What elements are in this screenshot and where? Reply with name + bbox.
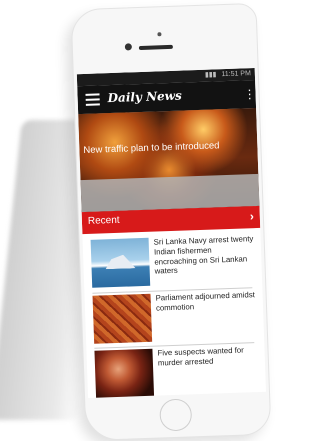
article-thumbnail [92,293,153,344]
earpiece-speaker [138,44,173,51]
home-button[interactable] [159,398,193,432]
article-thumbnail [90,237,151,288]
article-thumbnail [94,348,155,399]
phone-screen: ▮▮▮ 11:51 PM Daily News ⋮ New traffic pl… [76,67,266,399]
signal-icon: ▮▮▮ [204,71,217,79]
article-title[interactable]: Five suspects wanted for murder arrested [157,345,258,368]
chevron-right-icon[interactable]: › [250,209,254,223]
article-item[interactable]: Sri Lanka Navy arrest twenty Indian fish… [87,234,259,288]
recent-label: Recent [87,214,120,227]
article-title[interactable]: Sri Lanka Navy arrest twenty Indian fish… [154,234,255,277]
front-camera-icon [124,43,132,51]
proximity-sensor [157,32,162,37]
article-item[interactable]: Five suspects wanted for murder arrested [90,345,262,399]
featured-article[interactable] [78,107,260,213]
more-options-icon[interactable]: ⋮ [243,87,255,101]
app-title: Daily News [107,88,182,106]
phone-device: ▮▮▮ 11:51 PM Daily News ⋮ New traffic pl… [70,2,272,441]
article-item[interactable]: Parliament adjourned amidst commotion [89,290,261,344]
article-title[interactable]: Parliament adjourned amidst commotion [155,290,256,313]
status-time: 11:51 PM [221,70,251,79]
hamburger-menu-icon[interactable] [85,93,100,106]
